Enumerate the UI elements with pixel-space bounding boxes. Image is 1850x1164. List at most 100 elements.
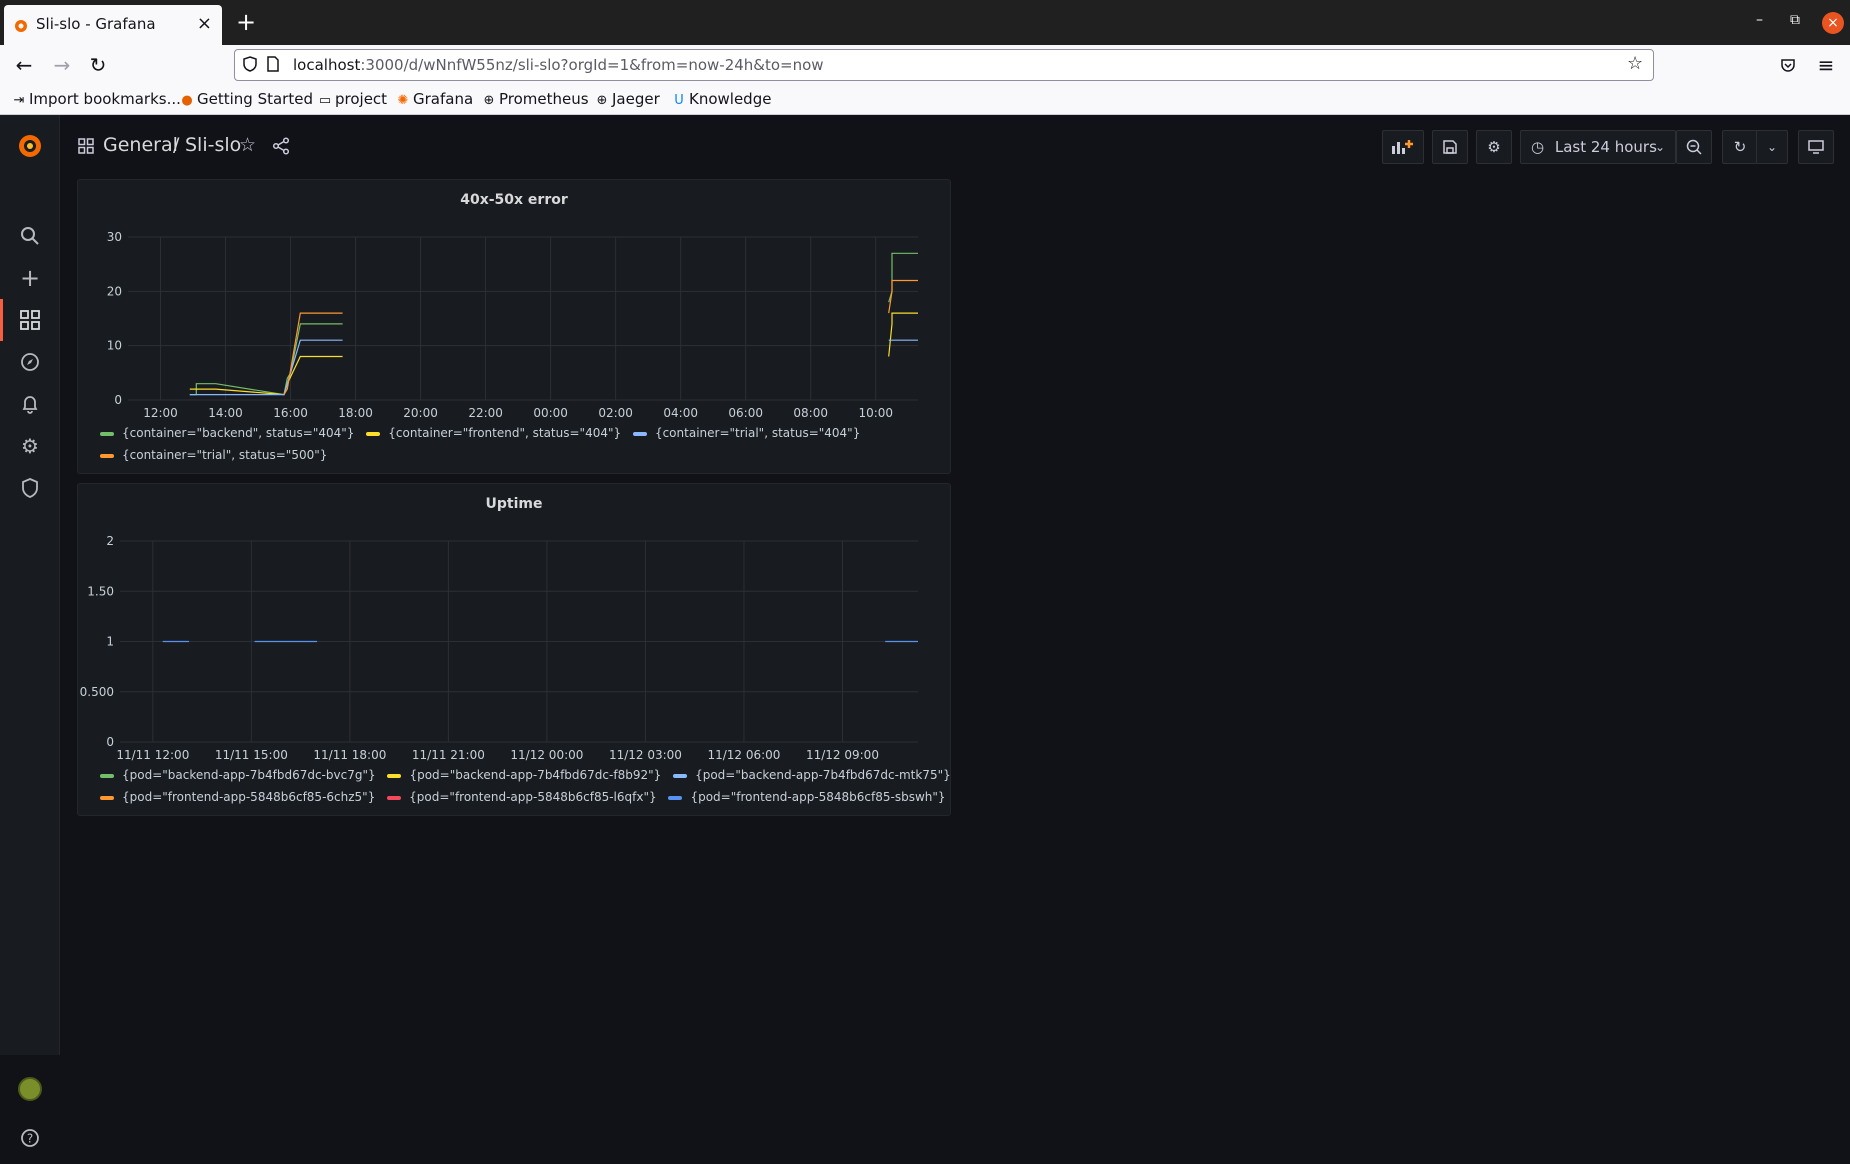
x-tick-label: 11/11 18:00: [313, 748, 386, 762]
bookmark-getting-started[interactable]: ● Getting Started: [180, 90, 313, 108]
series-line: [283, 279, 918, 395]
star-icon[interactable]: ☆: [239, 134, 256, 156]
y-tick-label: 1.50: [87, 584, 114, 598]
legend-item[interactable]: {pod="backend-app-7b4fbd67dc-f8b92"}: [387, 768, 661, 782]
x-tick-label: 11/11 21:00: [412, 748, 485, 762]
y-tick-label: 0.500: [80, 685, 114, 699]
x-tick-label: 12:00: [143, 406, 178, 420]
panel-legend: {container="backend", status="404"} {con…: [100, 426, 868, 470]
series-line: [189, 339, 918, 396]
forward-icon[interactable]: →: [48, 51, 76, 79]
x-tick-label: 11/12 00:00: [510, 748, 583, 762]
x-tick-label: 16:00: [273, 406, 308, 420]
bookmark-import[interactable]: ⇥ Import bookmarks...: [12, 90, 181, 108]
new-tab-icon[interactable]: +: [236, 8, 256, 36]
server-admin-shield-icon[interactable]: [0, 467, 60, 509]
bookmark-grafana[interactable]: ✺ Grafana: [396, 90, 474, 108]
bookmark-star-icon[interactable]: ☆: [1627, 53, 1643, 74]
legend-item[interactable]: {pod="frontend-app-5848b6cf85-l6qfx"}: [387, 790, 657, 804]
x-tick-label: 22:00: [468, 406, 503, 420]
tab-title: Sli-slo - Grafana: [36, 15, 156, 33]
legend-item[interactable]: {container="trial", status="404"}: [632, 426, 860, 440]
grafana-sidemenu: + ⚙ ?: [0, 115, 60, 1147]
x-tick-label: 02:00: [598, 406, 633, 420]
panel-uptime[interactable]: Uptime 0 0.500 1 1.50 2 11/11 12:00 11/11 15:0…: [77, 483, 951, 816]
create-icon[interactable]: +: [0, 257, 60, 299]
url-bar[interactable]: localhost:3000/d/wNnfW55nz/sli-slo?orgId…: [234, 49, 1654, 81]
save-dashboard-button[interactable]: [1432, 130, 1468, 164]
menu-icon[interactable]: ≡: [1812, 51, 1840, 79]
shield-icon[interactable]: [243, 56, 257, 76]
legend-item[interactable]: {pod="frontend-app-5848b6cf85-sbswh"}: [668, 790, 946, 804]
tv-mode-button[interactable]: [1798, 130, 1834, 164]
add-panel-button[interactable]: [1382, 130, 1424, 164]
legend-item[interactable]: {container="trial", status="500"}: [100, 448, 327, 462]
x-tick-label: 06:00: [728, 406, 763, 420]
bookmark-prometheus[interactable]: ⊕ Prometheus: [482, 90, 589, 108]
legend-item[interactable]: {pod="backend-app-7b4fbd67dc-mtk75"}: [673, 768, 951, 782]
x-tick-label: 11/11 12:00: [116, 748, 189, 762]
explore-icon[interactable]: [0, 341, 60, 383]
svg-text:?: ?: [27, 1132, 33, 1146]
bookmark-project[interactable]: ▭ project: [318, 90, 387, 108]
help-icon[interactable]: ?: [0, 1117, 60, 1159]
share-icon[interactable]: [272, 137, 290, 159]
firefox-icon: ●: [181, 93, 193, 108]
clock-icon: ◷: [1531, 138, 1545, 156]
dashboard-grid-icon: [78, 138, 94, 158]
legend-swatch: [366, 431, 381, 436]
panel-40x-50x-error[interactable]: 40x-50x error 0 10 20 30 12:00 14:00 16:00 18:0…: [77, 179, 951, 474]
refresh-button[interactable]: ↻: [1722, 130, 1758, 164]
close-tab-icon[interactable]: ×: [197, 13, 212, 34]
y-tick-label: 1: [106, 635, 114, 649]
search-icon[interactable]: [0, 215, 60, 257]
back-icon[interactable]: ←: [10, 51, 38, 79]
legend-swatch: [387, 773, 402, 778]
browser-titlebar: Sli-slo - Grafana × + – ⧉ ×: [0, 0, 1850, 45]
x-tick-label: 11/12 06:00: [707, 748, 780, 762]
user-avatar[interactable]: [18, 1077, 42, 1101]
time-range-label: Last 24 hours: [1554, 138, 1657, 156]
y-tick-label: 2: [106, 534, 114, 548]
dashboards-icon[interactable]: [0, 299, 60, 341]
legend-swatch: [632, 431, 647, 436]
reload-icon[interactable]: ↻: [84, 51, 112, 79]
y-tick-label: 10: [107, 339, 122, 353]
url-text[interactable]: localhost:3000/d/wNnfW55nz/sli-slo?orgId…: [293, 56, 824, 74]
x-tick-label: 14:00: [208, 406, 243, 420]
refresh-interval-dropdown[interactable]: ⌄: [1756, 130, 1788, 164]
minimize-icon[interactable]: –: [1756, 12, 1763, 28]
x-tick-label: 10:00: [858, 406, 893, 420]
legend-swatch: [100, 773, 114, 778]
legend-swatch: [387, 795, 402, 800]
legend-item[interactable]: {container="backend", status="404"}: [100, 426, 354, 440]
legend-item[interactable]: {pod="backend-app-7b4fbd67dc-bvc7g"}: [100, 768, 376, 782]
zoom-out-button[interactable]: [1676, 130, 1712, 164]
legend-item[interactable]: {container="frontend", status="404"}: [366, 426, 621, 440]
breadcrumb-folder[interactable]: General: [103, 134, 178, 156]
bookmarks-toolbar: ⇥ Import bookmarks... ● Getting Started ▭ p…: [0, 85, 1850, 115]
page-info-icon[interactable]: [267, 56, 279, 76]
window-close-icon[interactable]: ×: [1822, 12, 1844, 34]
legend-swatch: [100, 795, 114, 800]
globe-icon: ⊕: [483, 93, 495, 108]
grafana-logo-icon[interactable]: [0, 125, 60, 167]
x-tick-label: 11/12 09:00: [806, 748, 879, 762]
alerting-bell-icon[interactable]: [0, 383, 60, 425]
bookmark-jaeger[interactable]: ⊕ Jaeger: [595, 90, 660, 108]
bookmark-knowledge[interactable]: U Knowledge: [672, 90, 771, 108]
legend-swatch: [673, 773, 688, 778]
time-picker-button[interactable]: ◷ Last 24 hours ⌄: [1520, 130, 1676, 164]
restore-icon[interactable]: ⧉: [1790, 12, 1800, 28]
dashboard-settings-button[interactable]: ⚙: [1476, 130, 1512, 164]
legend-item[interactable]: {pod="frontend-app-5848b6cf85-6chz5"}: [100, 790, 375, 804]
configuration-gear-icon[interactable]: ⚙: [0, 425, 60, 467]
y-tick-label: 30: [107, 230, 122, 244]
y-tick-label: 0: [114, 393, 122, 407]
pocket-icon[interactable]: [1774, 51, 1802, 79]
x-tick-label: 11/12 03:00: [609, 748, 682, 762]
browser-tab[interactable]: Sli-slo - Grafana ×: [4, 5, 222, 45]
knowledge-icon: U: [674, 93, 684, 108]
series-line: [189, 312, 918, 396]
dashboard-title[interactable]: Sli-slo: [185, 134, 241, 156]
